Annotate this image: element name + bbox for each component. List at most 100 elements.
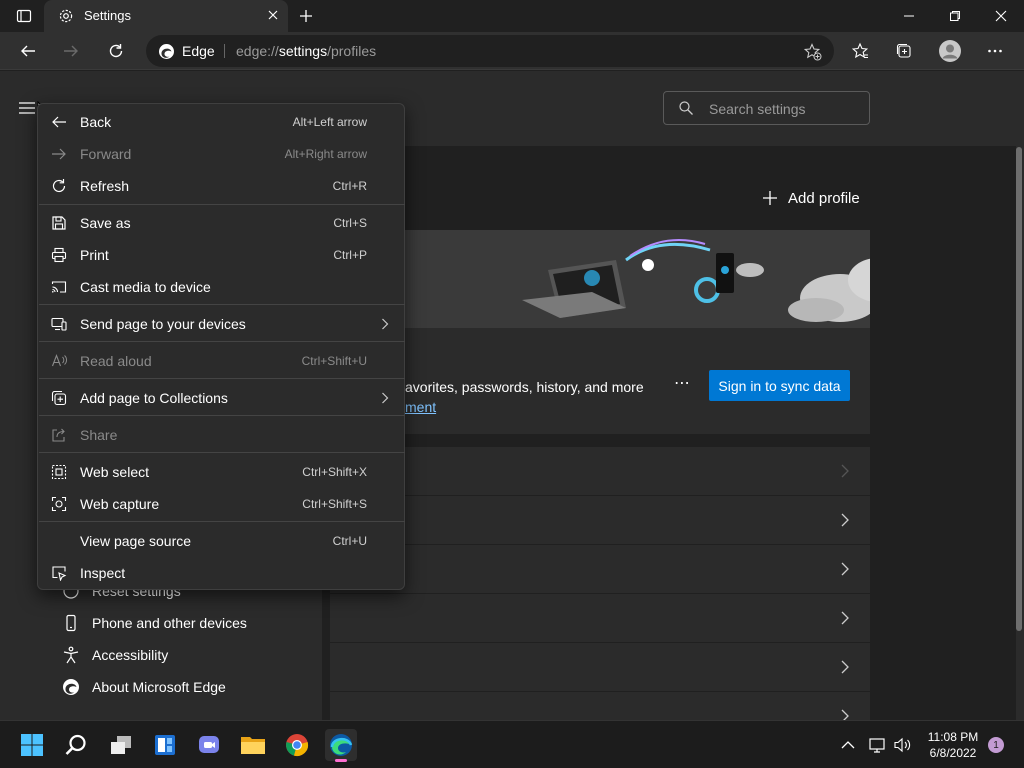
menu-item-label: Web select <box>80 464 149 480</box>
menu-item-add-to-collections[interactable]: Add page to Collections <box>39 382 405 414</box>
address-toolbar: Edge edge://settings/profiles <box>0 32 1024 70</box>
notification-badge[interactable]: 1 <box>988 737 1004 753</box>
more-options-icon[interactable] <box>978 35 1012 67</box>
collections-button[interactable] <box>887 35 921 67</box>
menu-item-web-capture[interactable]: Web capture Ctrl+Shift+S <box>39 488 405 520</box>
close-tab-icon[interactable] <box>266 8 280 22</box>
search-taskbar-icon[interactable] <box>60 729 92 761</box>
edge-logo-icon <box>158 43 175 60</box>
menu-item-web-select[interactable]: Web select Ctrl+Shift+X <box>39 456 405 488</box>
web-capture-icon <box>51 496 67 512</box>
teams-chat-icon[interactable] <box>193 729 225 761</box>
forward-button[interactable] <box>54 35 88 67</box>
menu-item-back[interactable]: Back Alt+Left arrow <box>39 106 405 138</box>
sign-in-sync-button[interactable]: Sign in to sync data <box>709 370 850 401</box>
scrollbar[interactable] <box>1016 147 1022 631</box>
menu-item-save-as[interactable]: Save as Ctrl+S <box>39 207 405 239</box>
settings-row[interactable] <box>330 692 870 723</box>
back-button[interactable] <box>11 35 45 67</box>
restore-button[interactable] <box>932 0 978 32</box>
minimize-button[interactable] <box>886 0 932 32</box>
address-bar[interactable]: Edge edge://settings/profiles <box>146 35 834 67</box>
favorites-button[interactable] <box>843 35 877 67</box>
close-window-button[interactable] <box>978 0 1024 32</box>
settings-row[interactable] <box>330 545 870 593</box>
new-tab-button[interactable] <box>294 4 318 28</box>
clock-date: 6/8/2022 <box>929 746 977 760</box>
search-placeholder: Search settings <box>709 101 806 117</box>
cast-icon <box>51 279 67 295</box>
sidebar-item-accessibility[interactable]: Accessibility <box>62 643 168 667</box>
print-icon <box>51 247 67 263</box>
settings-row[interactable] <box>330 643 870 691</box>
taskbar: 11:08 PM 6/8/2022 1 <box>0 720 1024 768</box>
network-icon[interactable] <box>866 729 890 761</box>
url-text[interactable]: edge://settings/profiles <box>236 43 376 59</box>
url-scheme: edge:// <box>236 43 279 59</box>
menu-item-print[interactable]: Print Ctrl+P <box>39 239 405 271</box>
save-icon <box>51 215 67 231</box>
menu-item-label: Refresh <box>80 178 130 194</box>
start-button[interactable] <box>16 729 48 761</box>
site-label: Edge <box>182 43 215 59</box>
menu-separator <box>39 452 405 453</box>
menu-item-send-page[interactable]: Send page to your devices <box>39 308 405 340</box>
tab-actions-icon[interactable] <box>8 0 40 32</box>
menu-item-shortcut: Ctrl+R <box>332 179 367 193</box>
add-profile-label: Add profile <box>788 189 860 207</box>
chrome-icon[interactable] <box>281 729 313 761</box>
settings-row[interactable] <box>330 496 870 544</box>
plus-icon <box>762 190 778 206</box>
widgets-icon[interactable] <box>149 729 181 761</box>
clock-time: 11:08 PM <box>927 730 979 744</box>
chevron-up-icon[interactable] <box>836 729 860 761</box>
sidebar-item-about-microsoft-edge[interactable]: About Microsoft Edge <box>62 675 226 699</box>
active-app-indicator <box>335 759 347 762</box>
sidebar-item-label: Accessibility <box>92 647 169 663</box>
inspect-icon <box>51 565 67 581</box>
menu-item-share[interactable]: Share <box>39 419 405 451</box>
tab-settings[interactable]: Settings <box>44 0 288 32</box>
menu-item-shortcut: Ctrl+P <box>333 248 367 262</box>
menu-item-refresh[interactable]: Refresh Ctrl+R <box>39 170 405 202</box>
hamburger-menu-icon[interactable] <box>18 101 36 115</box>
url-path: /profiles <box>327 43 377 59</box>
url-host: settings <box>278 43 328 59</box>
search-icon <box>678 100 694 116</box>
menu-item-label: Save as <box>80 215 131 231</box>
menu-separator <box>39 341 405 342</box>
menu-item-inspect[interactable]: Inspect <box>39 557 405 589</box>
menu-item-label: Inspect <box>80 565 126 581</box>
add-favorite-icon[interactable] <box>804 43 822 61</box>
edge-taskbar-icon[interactable] <box>325 729 357 762</box>
menu-separator <box>39 304 405 305</box>
menu-item-shortcut: Ctrl+Shift+S <box>302 497 367 511</box>
refresh-button[interactable] <box>99 35 133 67</box>
profile-manage-link[interactable]: ment <box>405 399 436 415</box>
menu-item-view-source[interactable]: View page source Ctrl+U <box>39 525 405 557</box>
sidebar-item-phone-and-other-devices[interactable]: Phone and other devices <box>62 611 247 635</box>
add-profile-button[interactable]: Add profile <box>762 187 860 209</box>
profile-avatar[interactable] <box>933 35 967 67</box>
chevron-right-icon <box>840 611 850 625</box>
refresh-icon <box>51 178 67 194</box>
tab-title: Settings <box>84 8 131 23</box>
menu-separator <box>39 415 405 416</box>
task-view-icon[interactable] <box>105 729 137 761</box>
volume-icon[interactable] <box>891 729 915 761</box>
menu-item-label: Read aloud <box>80 353 152 369</box>
web-select-icon <box>51 464 67 480</box>
menu-item-label: Back <box>80 114 112 130</box>
gear-icon <box>58 8 74 24</box>
profile-more-button[interactable]: ⋯ <box>674 373 691 393</box>
menu-item-forward[interactable]: Forward Alt+Right arrow <box>39 138 405 170</box>
file-explorer-icon[interactable] <box>237 729 269 761</box>
search-input[interactable]: Search settings <box>663 91 870 125</box>
system-clock[interactable]: 11:08 PM 6/8/2022 <box>918 729 988 761</box>
settings-row[interactable] <box>330 447 870 495</box>
menu-item-cast-media[interactable]: Cast media to device <box>39 271 405 303</box>
settings-row[interactable] <box>330 594 870 642</box>
menu-item-label: Add page to Collections <box>80 390 228 406</box>
divider <box>224 44 225 58</box>
menu-item-read-aloud[interactable]: Read aloud Ctrl+Shift+U <box>39 345 405 377</box>
